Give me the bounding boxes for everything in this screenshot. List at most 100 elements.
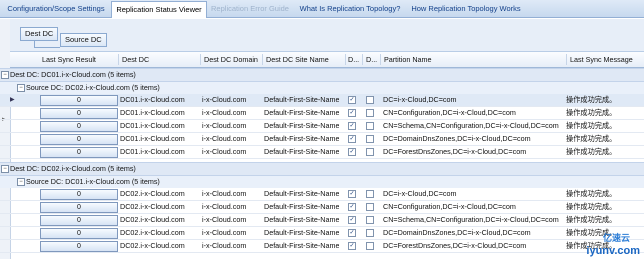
column-header-d2[interactable]: D... [366,52,380,67]
check-icon[interactable]: ✓ [348,122,356,130]
minus-box-icon[interactable]: − [1,165,9,173]
group-row-source-dc[interactable]: − Source DC: DC01.i-x-Cloud.com (5 items… [0,175,644,188]
group-label: Dest DC: DC01.i-x-Cloud.com (5 items) [10,70,136,79]
last-sync-result-cell[interactable]: 0 [40,202,118,213]
last-sync-result-cell[interactable]: 0 [40,95,118,106]
partition-cell: CN=Configuration,DC=i-x-Cloud,DC=com [383,202,516,211]
table-row[interactable]: ▶ 0 DC01.i-x-Cloud.com i-x-Cloud.com Def… [0,94,644,107]
last-sync-message-cell: 操作成功完成。 [566,202,617,211]
partition-cell: CN=Schema,CN=Configuration,DC=i-x-Cloud,… [383,121,559,130]
check-icon[interactable]: ✓ [348,190,356,198]
group-row-dest-dc[interactable]: − Dest DC: DC02.i-x-Cloud.com (5 items) [0,162,644,176]
last-sync-result-cell[interactable]: 0 [40,189,118,200]
site-name-cell: Default-First-Site-Name [264,134,340,143]
site-name-cell: Default-First-Site-Name [264,241,340,250]
last-sync-result-cell[interactable]: 0 [40,147,118,158]
column-header-partition-name[interactable]: Partition Name [384,52,534,67]
column-header-last-sync-message[interactable]: Last Sync Message [570,52,644,67]
unchecked-box-icon[interactable] [366,242,374,250]
group-row-dest-dc[interactable]: − Dest DC: DC01.i-x-Cloud.com (5 items) [0,68,644,82]
unchecked-box-icon[interactable] [366,135,374,143]
unchecked-box-icon[interactable] [366,96,374,104]
dest-dc-cell: DC01.i-x-Cloud.com [120,95,185,104]
minus-box-icon[interactable]: − [1,71,9,79]
last-sync-message-cell: 操作成功完成。 [566,134,617,143]
column-header-dest-dc-site-name[interactable]: Dest DC Site Name [266,52,348,67]
last-sync-result-cell[interactable]: 0 [40,108,118,119]
last-sync-message-cell: 操作成功完成。 [566,147,617,156]
group-chip-dest-dc[interactable]: Dest DC [20,27,59,41]
last-sync-message-cell: 操作成功完成。 [566,121,617,130]
unchecked-box-icon[interactable] [366,148,374,156]
group-label: Dest DC: DC02.i-x-Cloud.com (5 items) [10,164,136,173]
tab-configuration-scope-settings[interactable]: Configuration/Scope Settings [4,2,108,16]
minus-box-icon[interactable]: − [17,178,25,186]
unchecked-box-icon[interactable] [366,190,374,198]
table-row[interactable]: 0 DC01.i-x-Cloud.com i-x-Cloud.com Defau… [0,107,644,120]
table-row[interactable]: 0 DC02.i-x-Cloud.com i-x-Cloud.com Defau… [0,201,644,214]
last-sync-result-cell[interactable]: 0 [40,134,118,145]
dest-dc-domain-cell: i-x-Cloud.com [202,202,247,211]
group-chip-source-dc[interactable]: Source DC [60,33,107,47]
last-sync-result-cell[interactable]: 0 [40,241,118,252]
check-icon[interactable]: ✓ [348,229,356,237]
check-icon[interactable]: ✓ [348,203,356,211]
column-header-dest-dc[interactable]: Dest DC [122,52,202,67]
dest-dc-domain-cell: i-x-Cloud.com [202,241,247,250]
unchecked-box-icon[interactable] [366,122,374,130]
unchecked-box-icon[interactable] [366,216,374,224]
column-header-dest-dc-domain[interactable]: Dest DC Domain [204,52,264,67]
table-row[interactable]: 0 DC02.i-x-Cloud.com i-x-Cloud.com Defau… [0,227,644,240]
unchecked-box-icon[interactable] [366,229,374,237]
column-divider [200,54,201,65]
tab-replication-error-guide: Replication Error Guide [211,4,289,13]
dest-dc-cell: DC01.i-x-Cloud.com [120,121,185,130]
dest-dc-cell: DC02.i-x-Cloud.com [120,228,185,237]
table-row[interactable]: 0 DC02.i-x-Cloud.com i-x-Cloud.com Defau… [0,214,644,227]
site-name-cell: Default-First-Site-Name [264,189,340,198]
check-icon[interactable]: ✓ [348,96,356,104]
site-name-cell: Default-First-Site-Name [264,95,340,104]
group-row-source-dc[interactable]: − Source DC: DC02.i-x-Cloud.com (5 items… [0,81,644,94]
dest-dc-domain-cell: i-x-Cloud.com [202,228,247,237]
table-row[interactable]: 0 DC02.i-x-Cloud.com i-x-Cloud.com Defau… [0,240,644,253]
check-icon[interactable]: ✓ [348,242,356,250]
partition-cell: CN=Schema,CN=Configuration,DC=i-x-Cloud,… [383,215,559,224]
group-by-panel: Dest DC Source DC [10,19,644,52]
tab-strip: Configuration/Scope Settings Replication… [0,0,644,18]
tab-how-replication-topology-works[interactable]: How Replication Topology Works [407,2,525,16]
check-icon[interactable]: ✓ [348,109,356,117]
column-divider [262,54,263,65]
unchecked-box-icon[interactable] [366,203,374,211]
dest-dc-domain-cell: i-x-Cloud.com [202,134,247,143]
check-icon[interactable]: ✓ [348,216,356,224]
site-name-cell: Default-First-Site-Name [264,108,340,117]
table-row[interactable]: 0 DC02.i-x-Cloud.com i-x-Cloud.com Defau… [0,188,644,201]
table-row[interactable]: 0 DC01.i-x-Cloud.com i-x-Cloud.com Defau… [0,146,644,159]
column-divider [380,54,381,65]
tab-what-is-replication-topology[interactable]: What Is Replication Topology? [296,2,404,16]
last-sync-result-cell[interactable]: 0 [40,228,118,239]
grid-header: Last Sync Result Dest DC Dest DC Domain … [10,52,644,68]
site-name-cell: Default-First-Site-Name [264,121,340,130]
last-sync-result-cell[interactable]: 0 [40,215,118,226]
column-header-d1[interactable]: D... [348,52,362,67]
site-name-cell: Default-First-Site-Name [264,147,340,156]
site-name-cell: Default-First-Site-Name [264,215,340,224]
table-row[interactable]: 0 DC01.i-x-Cloud.com i-x-Cloud.com Defau… [0,120,644,133]
dest-dc-domain-cell: i-x-Cloud.com [202,215,247,224]
column-header-last-sync-result[interactable]: Last Sync Result [42,52,122,67]
last-sync-message-cell: 操作成功完成。 [566,189,617,198]
check-icon[interactable]: ✓ [348,135,356,143]
check-icon[interactable]: ✓ [348,148,356,156]
watermark-logo-text: 亿速云 [602,233,630,243]
dest-dc-cell: DC01.i-x-Cloud.com [120,147,185,156]
column-divider [118,54,119,65]
unchecked-box-icon[interactable] [366,109,374,117]
last-sync-result-cell[interactable]: 0 [40,121,118,132]
group-label: Source DC: DC02.i-x-Cloud.com (5 items) [26,83,160,92]
table-row[interactable]: 0 DC01.i-x-Cloud.com i-x-Cloud.com Defau… [0,133,644,146]
minus-box-icon[interactable]: − [17,84,25,92]
column-divider [566,54,567,65]
tab-replication-status-viewer[interactable]: Replication Status Viewer [111,1,207,18]
